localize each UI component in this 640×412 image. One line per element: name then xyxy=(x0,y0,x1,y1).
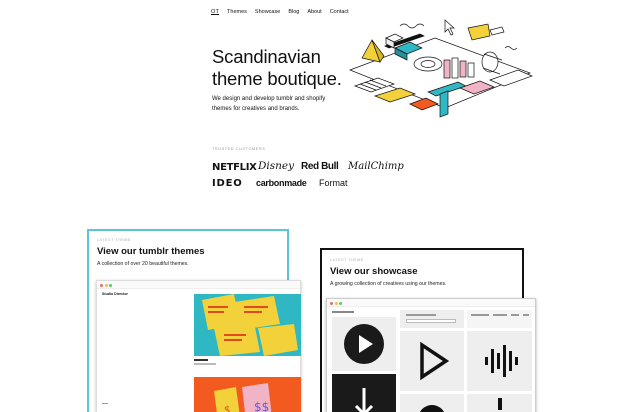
nav-logo[interactable]: OT xyxy=(211,9,219,15)
brand-logo-mailchimp: MailChimp xyxy=(348,161,404,172)
nav-item-contact[interactable]: Contact xyxy=(330,9,349,15)
hero-title-line1: Scandinavian xyxy=(212,46,321,67)
preview-tile-bar xyxy=(467,394,532,412)
showcase-card-title[interactable]: View our showcase xyxy=(330,266,417,277)
nav-item-blog[interactable]: Blog xyxy=(288,9,299,15)
brand-logo-redbull: Red Bull xyxy=(301,161,339,172)
minimize-dot-icon xyxy=(104,283,108,287)
browser-chrome xyxy=(327,299,535,307)
hero-subtitle: We design and develop tumblr and shopify… xyxy=(212,96,326,112)
minimize-dot-icon xyxy=(334,301,338,305)
preview-rule xyxy=(102,403,108,404)
preview-tile-play xyxy=(332,317,396,371)
maximize-dot-icon xyxy=(109,283,112,287)
maximize-dot-icon xyxy=(339,301,342,305)
nav-item-about[interactable]: About xyxy=(307,9,321,15)
preview-tile-waveform xyxy=(467,331,532,391)
preview-tile-dark xyxy=(332,374,396,412)
preview-caption-line xyxy=(194,359,208,361)
top-nav: OT Themes Showcase Blog About Contact xyxy=(211,9,349,15)
brand-logo-netflix: NETFLIX xyxy=(212,162,257,173)
tumblr-card-description: A collection of over 20 beautiful themes… xyxy=(97,261,189,267)
brand-logo-disney: Disney xyxy=(258,160,295,172)
close-dot-icon xyxy=(100,283,103,287)
trusted-customers-label: Trusted customers xyxy=(212,147,266,151)
hero-title-line2: theme boutique. xyxy=(212,68,342,89)
nav-item-showcase[interactable]: Showcase xyxy=(255,9,280,15)
preview-post-image-2: $ $$ xyxy=(194,377,301,412)
isometric-illustration xyxy=(349,19,533,118)
showcase-card-description: A growing collection of creatives using … xyxy=(330,281,447,287)
tumblr-card-label: Latest theme xyxy=(97,238,131,242)
svg-text:$: $ xyxy=(224,405,230,412)
preview-caption-meta xyxy=(194,363,216,365)
browser-chrome xyxy=(97,281,300,289)
svg-text:$$: $$ xyxy=(254,400,269,412)
nav-item-themes[interactable]: Themes xyxy=(227,9,247,15)
preview-post-image-1 xyxy=(194,294,301,356)
preview-header-bar xyxy=(332,310,396,314)
brand-logo-carbonmade: carbonmade xyxy=(256,178,307,188)
brand-logo-format: Format xyxy=(319,178,348,188)
showcase-preview[interactable] xyxy=(326,298,536,412)
preview-tile-circle xyxy=(400,394,464,412)
preview-tile-toolbar xyxy=(400,310,464,328)
showcase-card-label: Latest theme xyxy=(330,258,364,262)
preview-site-name: Studio Director xyxy=(102,292,128,296)
close-dot-icon xyxy=(330,301,333,305)
tumblr-theme-preview[interactable]: Studio Director $ $$ xyxy=(96,280,301,412)
tumblr-card-title[interactable]: View our tumblr themes xyxy=(97,246,205,257)
preview-tile-links xyxy=(467,310,532,328)
brand-logo-ideo: IDEO xyxy=(212,178,243,189)
preview-tile-triangle xyxy=(400,331,464,391)
